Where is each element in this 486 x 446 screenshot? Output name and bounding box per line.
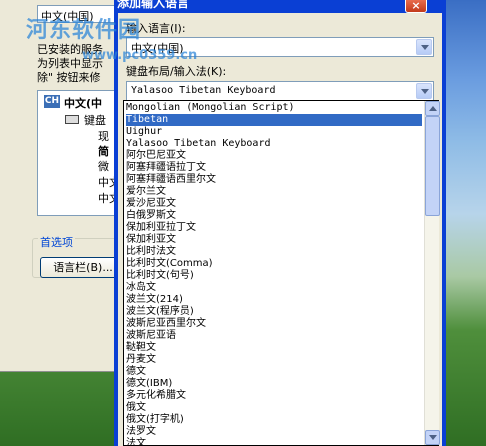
dropdown-option[interactable]: 鞑靼文 (126, 342, 422, 354)
keyboard-layout-select[interactable]: Yalasoo Tibetan Keyboard (126, 81, 434, 101)
dropdown-option[interactable]: 丹麦文 (126, 354, 422, 366)
dropdown-option[interactable]: 德文 (126, 366, 422, 378)
chevron-down-icon[interactable] (416, 39, 432, 55)
dropdown-option[interactable]: Tibetan (126, 114, 422, 126)
scroll-thumb[interactable] (425, 116, 440, 216)
dropdown-option[interactable]: Yalasoo Tibetan Keyboard (126, 138, 422, 150)
dropdown-option[interactable]: 比利时法文 (126, 246, 422, 258)
dropdown-option[interactable]: 阿塞拜疆语西里尔文 (126, 174, 422, 186)
tree-item[interactable]: 简 (98, 143, 109, 159)
dropdown-option[interactable]: 比利时文(Comma) (126, 258, 422, 270)
dropdown-option[interactable]: 阿尔巴尼亚文 (126, 150, 422, 162)
dropdown-option[interactable]: 爱尔兰文 (126, 186, 422, 198)
scroll-up-icon[interactable] (425, 101, 440, 116)
dropdown-scrollbar[interactable] (424, 101, 440, 445)
dropdown-option[interactable]: 德文(IBM) (126, 378, 422, 390)
chevron-down-icon[interactable] (416, 83, 432, 99)
keyboard-layout-value: Yalasoo Tibetan Keyboard (131, 85, 276, 96)
keyboard-layout-label: 键盘布局/输入法(K): (126, 65, 227, 78)
dropdown-option[interactable]: 保加利亚拉丁文 (126, 222, 422, 234)
dropdown-option[interactable]: 比利时文(句号) (126, 270, 422, 282)
watermark-text: 河东软件园 (26, 18, 142, 43)
tree-item[interactable]: 现 (98, 128, 109, 144)
watermark-url: www.pc0359.cn (82, 48, 198, 63)
close-icon[interactable]: × (405, 0, 427, 13)
dropdown-option[interactable]: 多元化希腊文 (126, 390, 422, 402)
scroll-down-icon[interactable] (425, 430, 440, 445)
dropdown-option[interactable]: 俄文(打字机) (126, 414, 422, 426)
dropdown-option[interactable]: 波兰文(214) (126, 294, 422, 306)
tree-item-keyboard[interactable]: 键盘 (84, 112, 106, 128)
installed-services-text: 除" 按钮来修 (37, 71, 101, 84)
dropdown-option[interactable]: 法罗文 (126, 426, 422, 438)
dropdown-option[interactable]: 白俄罗斯文 (126, 210, 422, 222)
tree-item[interactable]: 微 (98, 158, 109, 174)
dropdown-option[interactable]: 波斯尼亚语 (126, 330, 422, 342)
dropdown-option[interactable]: 保加利亚文 (126, 234, 422, 246)
preferences-label: 首选项 (38, 234, 75, 250)
dropdown-option[interactable]: 爱沙尼亚文 (126, 198, 422, 210)
dropdown-option[interactable]: 冰岛文 (126, 282, 422, 294)
dropdown-option[interactable]: 法文 (126, 438, 422, 446)
keyboard-layout-dropdown-list[interactable]: Mongolian (Mongolian Script) Tibetan Uighu… (123, 100, 440, 446)
dropdown-option[interactable]: Mongolian (Mongolian Script) (126, 102, 422, 114)
dialog-title: 添加输入语言 (117, 0, 190, 10)
keyboard-icon (65, 115, 79, 124)
dropdown-option[interactable]: 波斯尼亚西里尔文 (126, 318, 422, 330)
dropdown-option[interactable]: 波兰文(程序员) (126, 306, 422, 318)
dropdown-option[interactable]: Uighur (126, 126, 422, 138)
tree-root-language[interactable]: 中文(中 (64, 95, 102, 111)
dropdown-option[interactable]: 阿塞拜疆语拉丁文 (126, 162, 422, 174)
language-badge-icon: CH (44, 95, 60, 108)
dropdown-option[interactable]: 俄文 (126, 402, 422, 414)
